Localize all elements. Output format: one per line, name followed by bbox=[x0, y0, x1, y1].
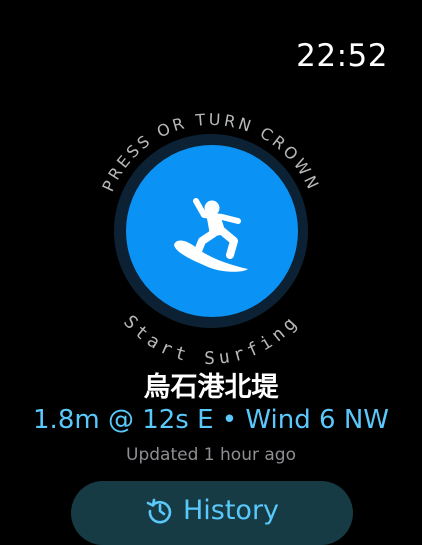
surf-conditions: 1.8m @ 12s E • Wind 6 NW bbox=[33, 405, 389, 435]
history-button-content: History bbox=[71, 495, 353, 526]
history-label: History bbox=[182, 495, 280, 526]
surfer-icon bbox=[174, 198, 248, 272]
history-button[interactable]: History bbox=[71, 481, 353, 545]
spot-name: 烏石港北堤 bbox=[143, 372, 279, 403]
start-surfing-dial: PRESS OR TURN CROWN Start Surfing bbox=[0, 0, 422, 380]
start-surfing-button[interactable] bbox=[126, 145, 298, 317]
updated-timestamp: Updated 1 hour ago bbox=[126, 445, 296, 465]
history-clock-icon bbox=[146, 498, 172, 523]
